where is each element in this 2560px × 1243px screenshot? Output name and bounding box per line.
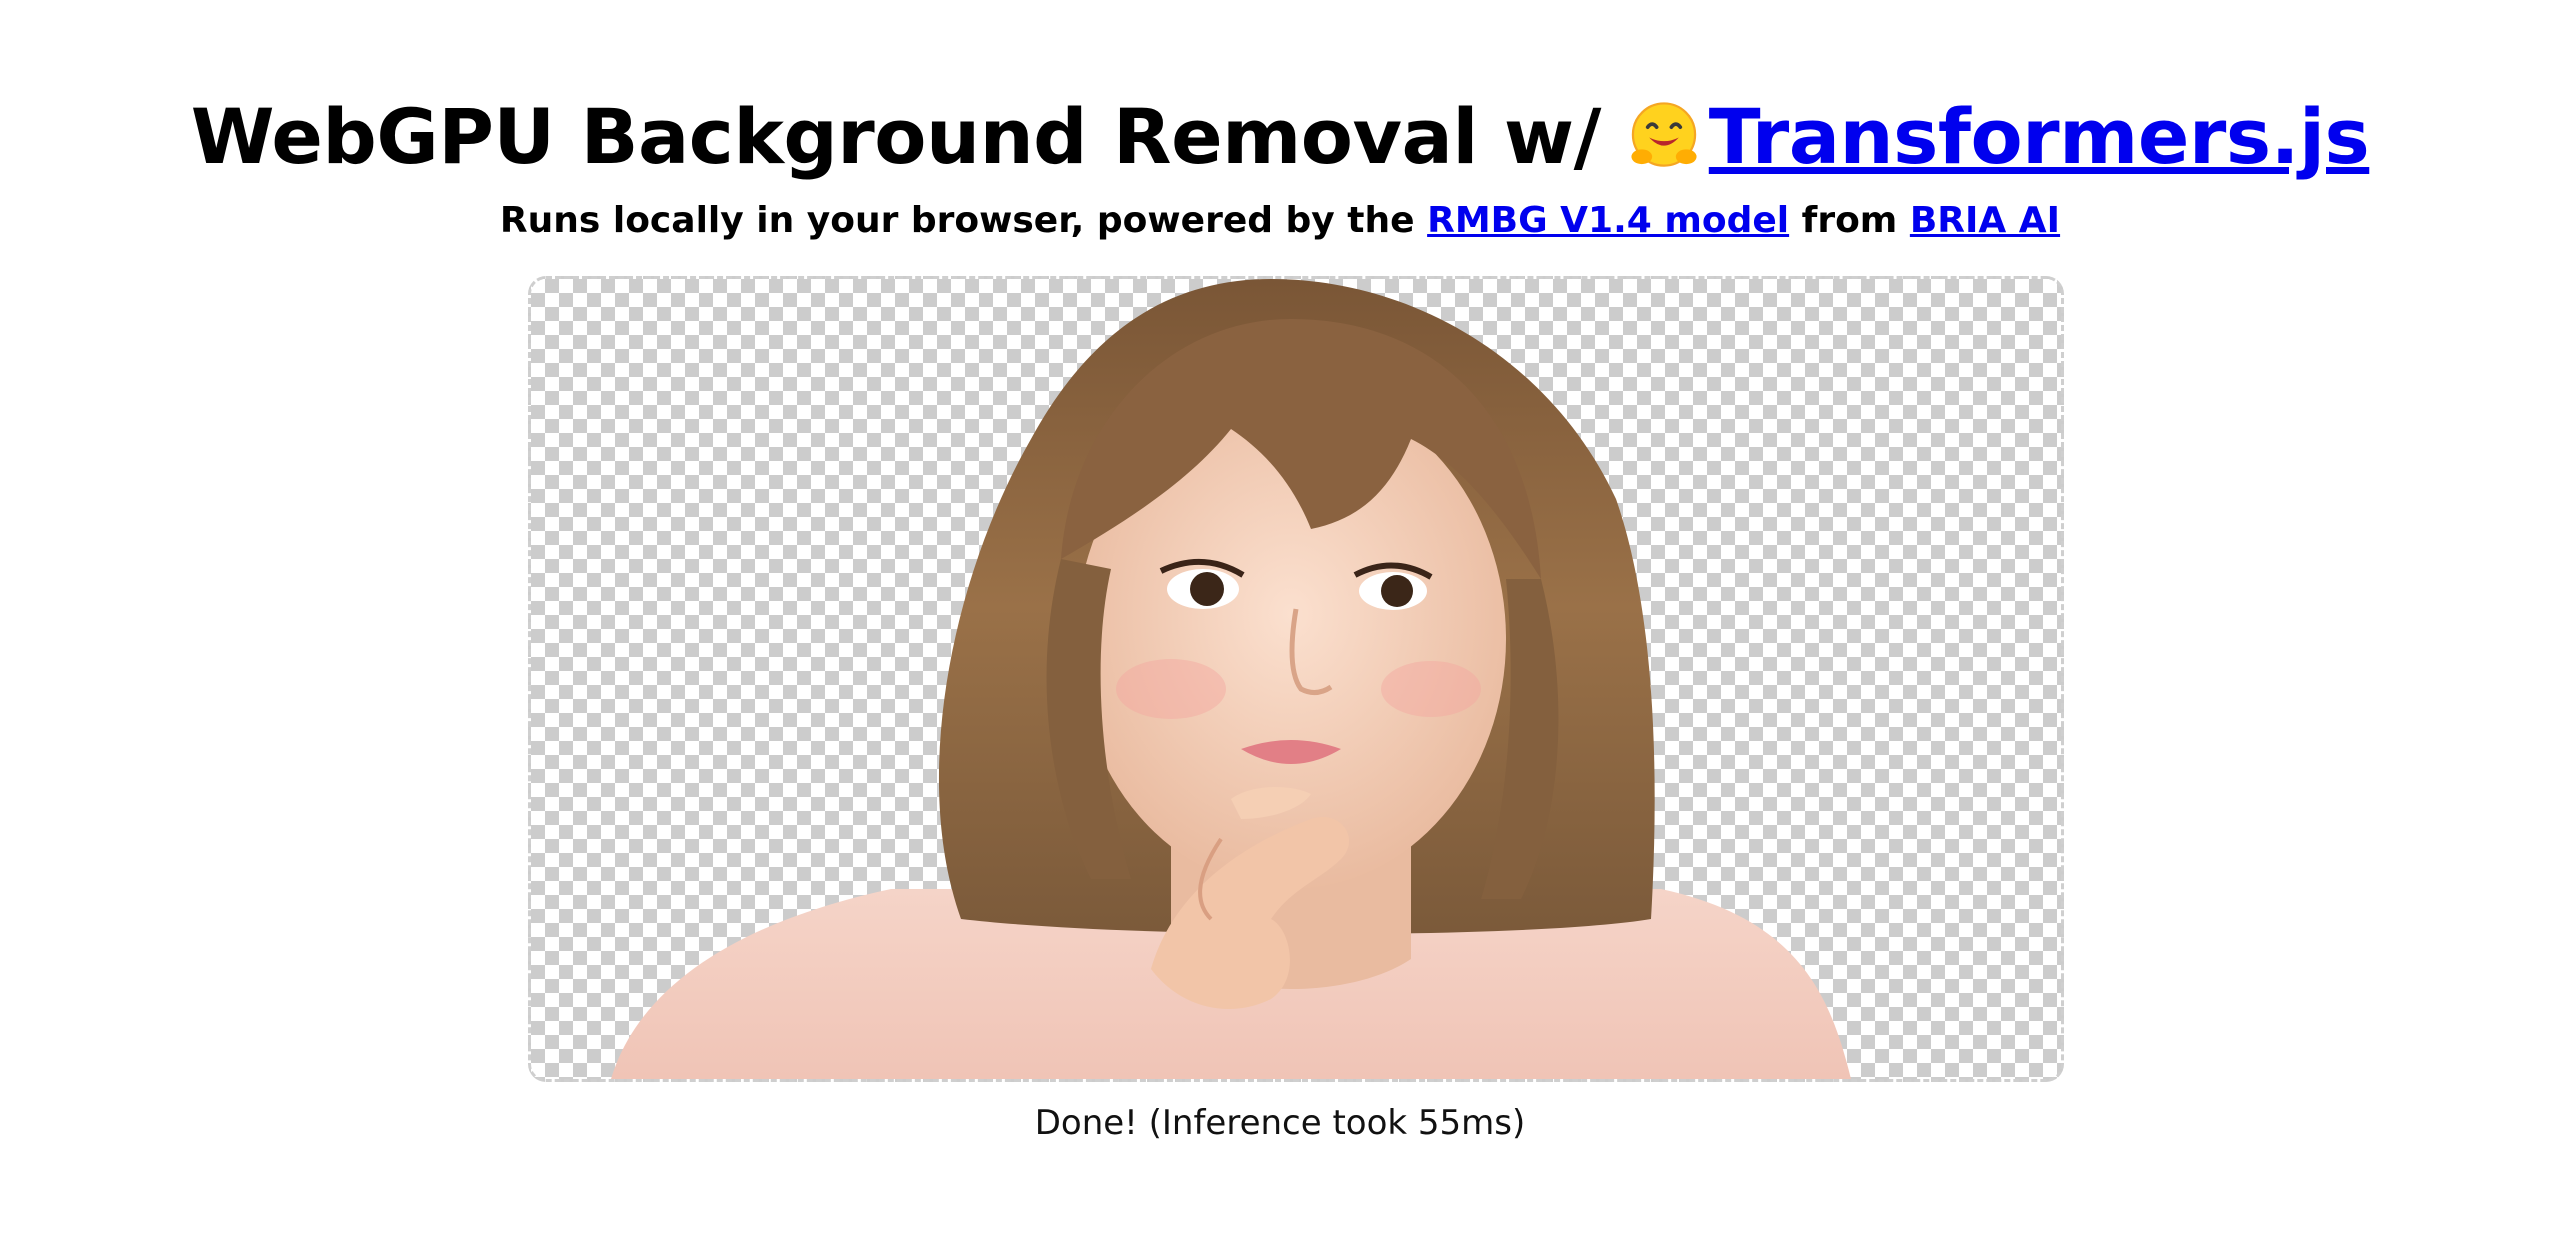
status-text: Done! (Inference took 55ms) (1034, 1103, 1526, 1143)
title-prefix: WebGPU Background Removal w/ (190, 92, 1627, 181)
result-image (611, 279, 1851, 1079)
title-link-label: Transformers.js (1708, 92, 2370, 181)
page-title: WebGPU Background Removal w/ Transformer… (0, 92, 2560, 182)
transformers-link[interactable]: Transformers.js (1627, 92, 2370, 181)
app-page: WebGPU Background Removal w/ Transformer… (0, 0, 2560, 1243)
image-dropzone[interactable] (528, 276, 2064, 1082)
subtitle-middle: from (1789, 200, 1910, 241)
page-subtitle: Runs locally in your browser, powered by… (0, 198, 2560, 244)
hugging-face-emoji-icon (1631, 102, 1697, 167)
subtitle-prefix: Runs locally in your browser, powered by… (499, 200, 1428, 241)
rmbg-model-link[interactable]: RMBG V1.4 model (1427, 200, 1789, 241)
bria-ai-link[interactable]: BRIA AI (1910, 200, 2060, 241)
